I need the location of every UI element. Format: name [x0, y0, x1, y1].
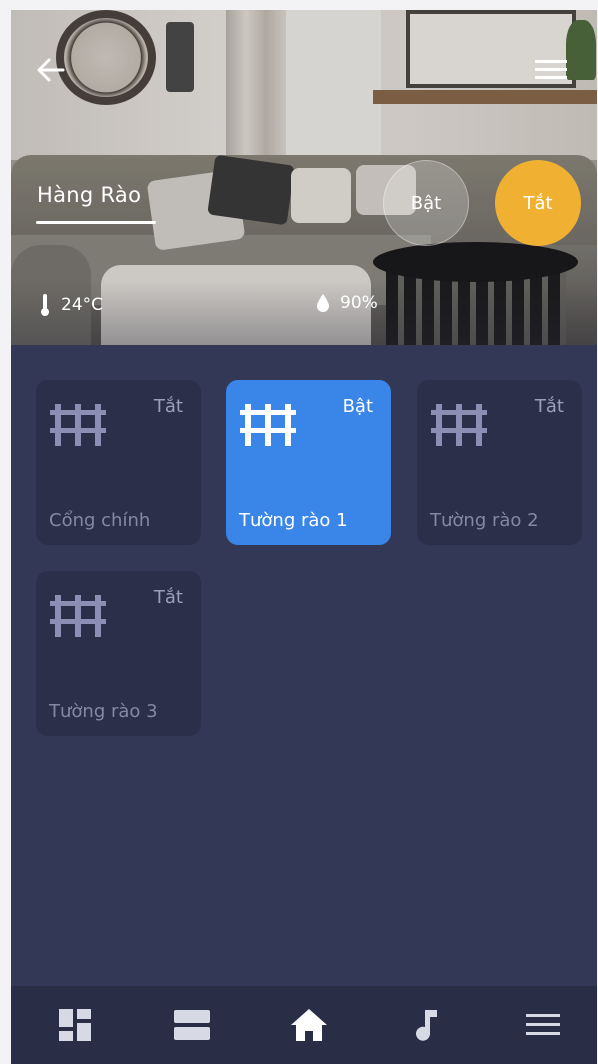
device-name: Tường rào 3	[49, 701, 158, 722]
device-name: Tường rào 2	[430, 510, 539, 531]
back-button[interactable]	[33, 52, 69, 88]
temperature-value: 24°C	[61, 295, 104, 315]
nav-rooms[interactable]	[168, 1001, 216, 1049]
water-drop-icon	[317, 294, 329, 312]
bottom-navigation	[11, 986, 597, 1064]
power-off-button[interactable]: Tắt	[495, 160, 581, 246]
device-card-cong-chinh[interactable]: Tắt Cổng chính	[36, 380, 201, 545]
header-menu-button[interactable]	[533, 54, 569, 86]
humidity-stat: 90%	[316, 293, 378, 313]
home-icon	[291, 1009, 327, 1041]
fence-icon	[240, 404, 296, 446]
app-screen: Hàng Rào Bật Tắt 24°C 90% Tắt Cổng chính…	[11, 10, 597, 1064]
device-card-tuong-rao-2[interactable]: Tắt Tường rào 2	[417, 380, 582, 545]
arrow-left-icon	[37, 58, 65, 82]
temperature-stat: 24°C	[39, 293, 103, 317]
device-card-tuong-rao-1[interactable]: Bật Tường rào 1	[226, 380, 391, 545]
music-note-icon	[416, 1010, 437, 1041]
menu-icon	[535, 60, 567, 79]
fence-icon	[50, 404, 106, 446]
nav-dashboard[interactable]	[51, 1001, 99, 1049]
device-state: Tắt	[153, 396, 183, 417]
power-on-button[interactable]: Bật	[383, 160, 469, 246]
device-state: Tắt	[534, 396, 564, 417]
device-state: Tắt	[153, 587, 183, 608]
room-title-underline	[36, 221, 156, 224]
nav-music[interactable]	[402, 1001, 450, 1049]
device-state: Bật	[342, 396, 373, 417]
humidity-value: 90%	[340, 293, 378, 313]
room-header: Hàng Rào Bật Tắt 24°C 90%	[11, 10, 597, 345]
device-name: Cổng chính	[49, 510, 151, 531]
fence-icon	[50, 595, 106, 637]
room-title: Hàng Rào	[37, 183, 142, 207]
device-name: Tường rào 1	[239, 510, 348, 531]
nav-home[interactable]	[285, 1001, 333, 1049]
nav-menu[interactable]	[519, 1001, 567, 1049]
fence-icon	[431, 404, 487, 446]
rooms-icon	[174, 1010, 210, 1040]
dashboard-grid-icon	[59, 1009, 91, 1041]
thermometer-icon	[41, 294, 49, 316]
device-card-tuong-rao-3[interactable]: Tắt Tường rào 3	[36, 571, 201, 736]
menu-icon	[526, 1014, 560, 1035]
